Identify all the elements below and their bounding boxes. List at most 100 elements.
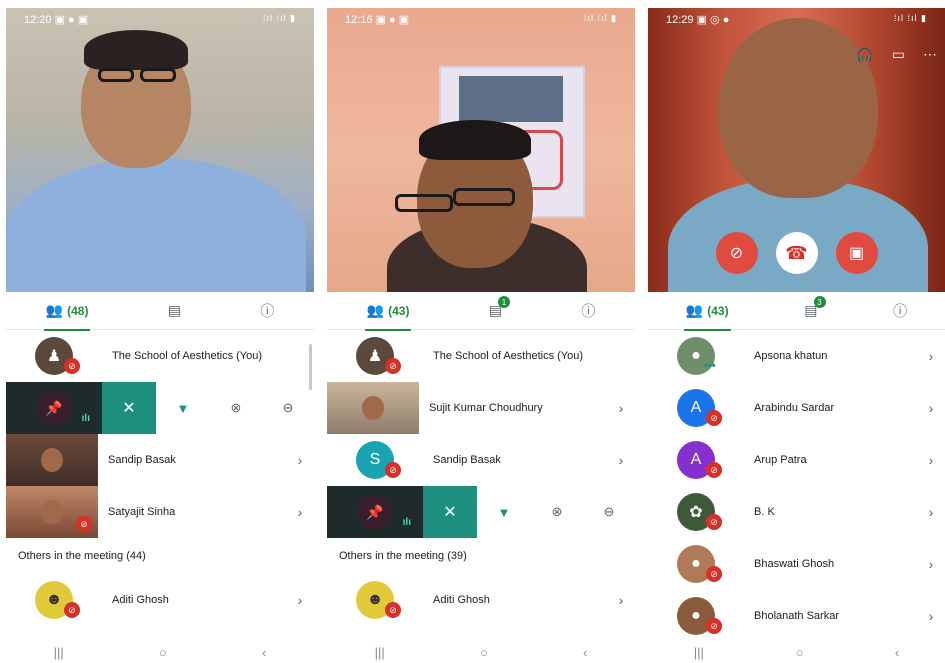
thumb-head (362, 396, 384, 420)
pin-options: ▼ ⊗ ⊖ (156, 400, 314, 416)
list-item[interactable]: A ⊘ Arup Patra › (648, 434, 945, 486)
list-item[interactable]: ⊘ Satyajit Sinha › (6, 486, 314, 538)
list-item[interactable]: ● ⊘ Bhaswati Ghosh › (648, 538, 945, 590)
remove-icon[interactable]: ⊖ (604, 504, 615, 520)
avatar-wrap: A ⊘ (648, 382, 744, 434)
info-icon: ⓘ (260, 302, 275, 319)
recents-icon[interactable]: ||| (54, 645, 64, 660)
list-item[interactable]: ♟ ⊘ The School of Aesthetics (You) (327, 330, 635, 382)
info-icon: ⓘ (581, 302, 596, 319)
list-item[interactable]: Sandip Basak › (6, 434, 314, 486)
tab-chat[interactable]: ▤ 3 (804, 296, 826, 319)
close-icon[interactable]: ✕ (423, 486, 477, 538)
home-icon[interactable]: ○ (795, 645, 803, 660)
participant-name: Sujit Kumar Choudhury (429, 402, 543, 414)
participant-name: Satyajit Sinha (108, 506, 176, 518)
chevron-right-icon[interactable]: › (286, 504, 314, 520)
mic-off-icon: ⊘ (706, 618, 722, 634)
participant-name: B. K (754, 506, 775, 518)
tab-info[interactable]: ⓘ (893, 301, 907, 321)
close-icon[interactable]: ✕ (102, 382, 156, 434)
chevron-right-icon[interactable]: › (917, 400, 945, 416)
self-video: 12:29 ▣ ◎ ● ⁞ıl ⁞ıl ▮ 🎧 ▭ ⋯ ⊘ ☎ ▣ (648, 8, 945, 292)
participant-list: ♟ ⊘ The School of Aesthetics (You) Sujit… (327, 330, 635, 626)
list-item[interactable]: ☻ ⊘ Aditi Ghosh › (327, 574, 635, 626)
mic-off-icon: ⊘ (706, 514, 722, 530)
mic-off-icon: ⊘ (76, 516, 92, 532)
chevron-right-icon[interactable]: › (917, 452, 945, 468)
tab-chat[interactable]: ▤ 1 (489, 296, 510, 319)
participant-name: Aditi Ghosh (433, 594, 490, 606)
participant-list: ♟ ⊘ The School of Aesthetics (You) 📌 ılı… (6, 330, 314, 626)
call-top-icons: 🎧 ▭ ⋯ (856, 46, 937, 63)
status-bar: 12:20 ▣ ● ▣ ⁞ıl ⁞ıl ▮ (24, 13, 296, 26)
status-bar: 12:29 ▣ ◎ ● ⁞ıl ⁞ıl ▮ (666, 13, 927, 26)
list-item[interactable]: ✿ ⊘ B. K › (648, 486, 945, 538)
chevron-right-icon[interactable]: › (917, 348, 945, 364)
scrollbar[interactable] (309, 344, 312, 390)
back-icon[interactable]: ‹ (895, 645, 899, 660)
chevron-right-icon[interactable]: › (286, 452, 314, 468)
avatar-wrap: S ⊘ (327, 434, 423, 486)
chevron-right-icon[interactable]: › (607, 592, 635, 608)
home-icon[interactable]: ○ (480, 645, 488, 660)
audio-level-icon: ılı (402, 517, 411, 528)
recents-icon[interactable]: ||| (375, 645, 385, 660)
pin-preview: 📌 ılı (6, 382, 102, 434)
more-icon[interactable]: ⋯ (923, 46, 937, 63)
mute-icon[interactable]: ⊗ (552, 504, 563, 520)
chevron-right-icon[interactable]: › (917, 608, 945, 624)
list-item[interactable]: ☻ ⊘ Aditi Ghosh › (6, 574, 314, 626)
chat-badge: 3 (813, 296, 826, 308)
mic-off-icon: ⊘ (706, 462, 722, 478)
mute-icon[interactable]: ⊗ (231, 400, 242, 416)
tab-info[interactable]: ⓘ (581, 301, 595, 321)
participant-name: Bholanath Sarkar (754, 610, 839, 622)
participant-hair (419, 120, 531, 160)
captions-icon[interactable]: ▭ (892, 46, 905, 63)
list-item[interactable]: ● ••• Apsona khatun › (648, 330, 945, 382)
tab-people[interactable]: 👥 (48) (43, 302, 91, 331)
list-item[interactable]: ● ⊘ Bholanath Sarkar › (648, 590, 945, 642)
mic-off-icon[interactable]: ⊘ (715, 232, 758, 274)
chat-badge: 1 (498, 296, 510, 308)
list-item[interactable]: ♟ ⊘ The School of Aesthetics (You) (6, 330, 314, 382)
chevron-right-icon[interactable]: › (917, 556, 945, 572)
pin-icon[interactable]: 📌 (37, 391, 71, 425)
glasses (395, 194, 453, 212)
camera-off-icon[interactable]: ▣ (835, 232, 878, 274)
hangup-icon[interactable]: ☎ (775, 232, 818, 274)
participant-name: Bhaswati Ghosh (754, 558, 835, 570)
call-controls: ⊘ ☎ ▣ (648, 232, 945, 274)
avatar-wrap: ● ⊘ (648, 590, 744, 642)
remove-icon[interactable]: ⊖ (283, 400, 294, 416)
chevron-right-icon[interactable]: › (607, 400, 635, 416)
list-item[interactable]: A ⊘ Arabindu Sardar › (648, 382, 945, 434)
list-item[interactable]: Sujit Kumar Choudhury › (327, 382, 635, 434)
list-item[interactable]: S ⊘ Sandip Basak › (327, 434, 635, 486)
tab-info[interactable]: ⓘ (260, 301, 274, 321)
avatar-wrap: ☻ ⊘ (6, 574, 102, 626)
tab-people[interactable]: 👥 (43) (364, 302, 412, 331)
tab-people[interactable]: 👥 (43) (683, 302, 731, 331)
chevron-right-icon[interactable]: › (286, 592, 314, 608)
pin-icon[interactable]: 📌 (358, 495, 392, 529)
participant-name: Aditi Ghosh (112, 594, 169, 606)
others-section-label: Others in the meeting (44) (18, 550, 146, 562)
tab-chat[interactable]: ▤ (168, 302, 181, 319)
recents-icon[interactable]: ||| (694, 645, 704, 660)
back-icon[interactable]: ‹ (262, 645, 266, 660)
back-icon[interactable]: ‹ (583, 645, 587, 660)
participant-name: The School of Aesthetics (You) (112, 350, 263, 362)
home-icon[interactable]: ○ (159, 645, 167, 660)
thumb-head (41, 500, 63, 524)
headphones-icon[interactable]: 🎧 (856, 46, 873, 63)
poster-photo (459, 76, 563, 122)
chevron-right-icon[interactable]: › (917, 504, 945, 520)
pin-icon[interactable]: ▼ (498, 505, 511, 520)
chevron-right-icon[interactable]: › (607, 452, 635, 468)
avatar-wrap: ♟ ⊘ (6, 330, 102, 382)
chat-icon: ▤ (167, 302, 181, 318)
pin-icon[interactable]: ▼ (177, 401, 190, 416)
phone-screen-2: 12:16 ▣ ● ▣ ⁞ıl ⁞ıl ▮ 👥 (43) ▤ 1 ⓘ ♟ ⊘ T… (327, 8, 635, 663)
